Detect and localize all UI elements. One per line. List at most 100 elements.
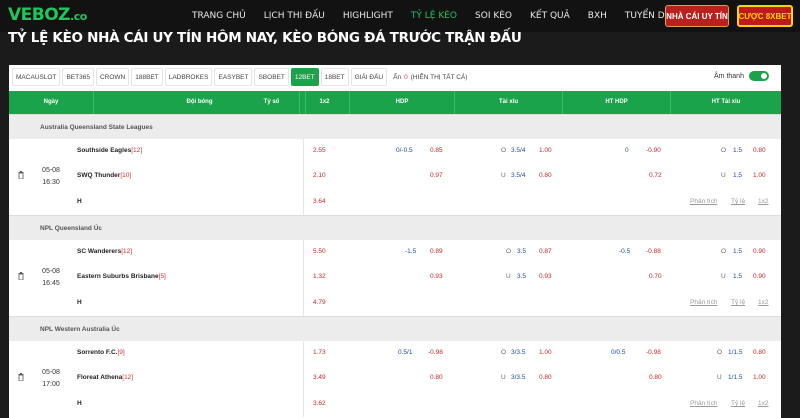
ou-o-label: O: [506, 248, 512, 255]
ty-le-link[interactable]: Tỷ lệ: [731, 400, 745, 407]
phan-tich-link[interactable]: Phân tích: [690, 198, 717, 205]
htou-under[interactable]: 0.90: [753, 273, 766, 280]
bookmaker-tabs: MACAUSLOT BET365 CROWN 188BET LADBROKES …: [9, 65, 781, 89]
home-team[interactable]: Sorrento F.C.[9]: [77, 349, 125, 356]
tab-ladbrokes[interactable]: LADBROKES: [164, 68, 213, 86]
home-team[interactable]: SC Wanderers[12]: [77, 248, 132, 255]
nha-cai-uy-tin-button[interactable]: NHÀ CÁI UY TÍN: [665, 5, 729, 27]
ty-le-link[interactable]: Tỷ lệ: [731, 299, 745, 306]
htou-over[interactable]: 0.90: [753, 248, 766, 255]
tab-giai-dau[interactable]: GIẢI ĐẤU: [350, 68, 388, 86]
hthdp-home[interactable]: -0.88: [646, 248, 661, 255]
ou-u-label: U: [506, 273, 511, 280]
hdp-home[interactable]: 0.89: [430, 248, 443, 255]
tab-18bet[interactable]: 18BET: [320, 68, 349, 86]
x12-link[interactable]: 1x2: [758, 299, 768, 306]
htou-under[interactable]: 1.00: [753, 172, 766, 179]
htou-under[interactable]: 1.00: [753, 374, 766, 381]
away-team-name: SWQ Thunder: [77, 172, 121, 179]
home-team[interactable]: Southside Eagles[12]: [77, 147, 142, 154]
hthdp-away[interactable]: 0.72: [649, 172, 662, 179]
hdp-away[interactable]: 0.93: [430, 273, 443, 280]
trash-icon[interactable]: [18, 272, 24, 280]
ou-over[interactable]: 1.00: [539, 147, 552, 154]
tab-12bet[interactable]: 12BET: [290, 68, 319, 86]
nav-ty-le-keo[interactable]: TỶ LỆ KÈO: [411, 11, 457, 21]
hthdp-away[interactable]: 0.80: [649, 374, 662, 381]
hdp-home[interactable]: 0.85: [430, 147, 443, 154]
odd-1[interactable]: 1.73: [313, 349, 326, 356]
match-row: 05-08 17:00 Sorrento F.C.[9] Floreat Athe…: [9, 341, 781, 417]
hidden-label: Ẩn: [393, 73, 402, 81]
ou-u-label: U: [501, 374, 506, 381]
odd-1[interactable]: 5.50: [313, 248, 326, 255]
col-ht-hdp: HT HDP: [563, 91, 671, 114]
odd-1[interactable]: 2.55: [313, 147, 326, 154]
col-ht-tai-xiu: HT Tài xỉu: [711, 99, 741, 105]
trash-icon[interactable]: [18, 373, 24, 381]
x12-link[interactable]: 1x2: [758, 198, 768, 205]
ou-line-over: 3/3.5: [511, 349, 526, 356]
away-team[interactable]: SWQ Thunder[10]: [77, 172, 131, 179]
odd-x[interactable]: 3.62: [313, 400, 326, 407]
league-header: Australia Queensland State Leagues: [9, 114, 781, 139]
nav-trang-chu[interactable]: TRANG CHỦ: [192, 11, 246, 21]
nav-highlight[interactable]: HIGHLIGHT: [343, 11, 393, 21]
odd-x[interactable]: 4.79: [313, 299, 326, 306]
hdp-home[interactable]: -0.98: [428, 349, 443, 356]
odd-2[interactable]: 2.10: [313, 172, 326, 179]
sound-label: Âm thanh: [714, 72, 744, 80]
ou-under[interactable]: 0.93: [539, 273, 552, 280]
match-time: 17:00: [42, 381, 60, 388]
hthdp-home[interactable]: -0.90: [646, 147, 661, 154]
phan-tich-link[interactable]: Phân tích: [690, 400, 717, 407]
hidden-matches[interactable]: Ẩn 0 (HIỂN THỊ TẤT CẢ): [393, 74, 467, 81]
nav-ket-qua[interactable]: KẾT QUẢ: [530, 11, 570, 21]
show-all-link[interactable]: (HIỂN THỊ TẤT CẢ): [411, 74, 468, 81]
top-header: VEBOZ.co TRANG CHỦ LỊCH THI ĐẤU HIGHLIGH…: [0, 0, 800, 32]
tab-easybet[interactable]: EASYBET: [214, 68, 253, 86]
hdp-away[interactable]: 0.97: [430, 172, 443, 179]
cuoc-8xbet-button[interactable]: CƯỢC 8XBET: [737, 5, 793, 27]
tab-bet365[interactable]: BET365: [62, 68, 94, 86]
col-hdp: HDP: [350, 91, 455, 114]
phan-tich-link[interactable]: Phân tích: [690, 299, 717, 306]
odd-2[interactable]: 1.32: [313, 273, 326, 280]
nav-lich-thi-dau[interactable]: LỊCH THI ĐẤU: [264, 11, 325, 21]
tab-sbobet[interactable]: SBOBET: [254, 68, 289, 86]
away-team[interactable]: Eastern Suburbs Brisbane[5]: [77, 273, 166, 280]
ou-under[interactable]: 0.80: [539, 374, 552, 381]
nav-bxh[interactable]: BXH: [588, 11, 607, 21]
ou-over[interactable]: 1.00: [539, 349, 552, 356]
home-team-name: SC Wanderers: [77, 248, 122, 255]
ou-over[interactable]: 0.87: [539, 248, 552, 255]
trash-icon[interactable]: [18, 171, 24, 179]
hthdp-home[interactable]: -0.98: [646, 349, 661, 356]
col-1x2: 1x2: [300, 91, 350, 114]
site-logo[interactable]: VEBOZ.co: [8, 5, 87, 25]
hidden-count: 0: [404, 73, 408, 81]
page-title: TỶ LỆ KÈO NHÀ CÁI UY TÍN HÔM NAY, KÈO BÓ…: [8, 30, 522, 46]
away-rank: [10]: [120, 172, 132, 179]
ty-le-link[interactable]: Tỷ lệ: [731, 198, 745, 205]
away-team[interactable]: Floreat Athena[12]: [77, 374, 133, 381]
hdp-away[interactable]: 0.80: [430, 374, 443, 381]
odd-x[interactable]: 3.64: [313, 198, 326, 205]
sound-toggle[interactable]: [748, 71, 769, 81]
match-time: 16:30: [42, 179, 60, 186]
home-rank: [9]: [117, 349, 125, 356]
odd-2[interactable]: 3.49: [313, 374, 326, 381]
tab-188bet[interactable]: 188BET: [131, 68, 163, 86]
htou-line-over: 1.5: [733, 248, 743, 255]
x12-link[interactable]: 1x2: [758, 400, 768, 407]
x12-divider: [303, 240, 304, 316]
htou-over[interactable]: 0.80: [753, 147, 766, 154]
tab-crown[interactable]: CROWN: [95, 68, 130, 86]
nav-soi-keo[interactable]: SOI KÈO: [475, 11, 512, 21]
ou-under[interactable]: 0.80: [539, 172, 552, 179]
tab-macauslot[interactable]: MACAUSLOT: [12, 68, 61, 86]
htou-over[interactable]: 0.80: [753, 349, 766, 356]
match-date: 05-08: [42, 369, 60, 376]
hthdp-away[interactable]: 0.70: [649, 273, 662, 280]
col-ngay: Ngày: [9, 91, 94, 114]
